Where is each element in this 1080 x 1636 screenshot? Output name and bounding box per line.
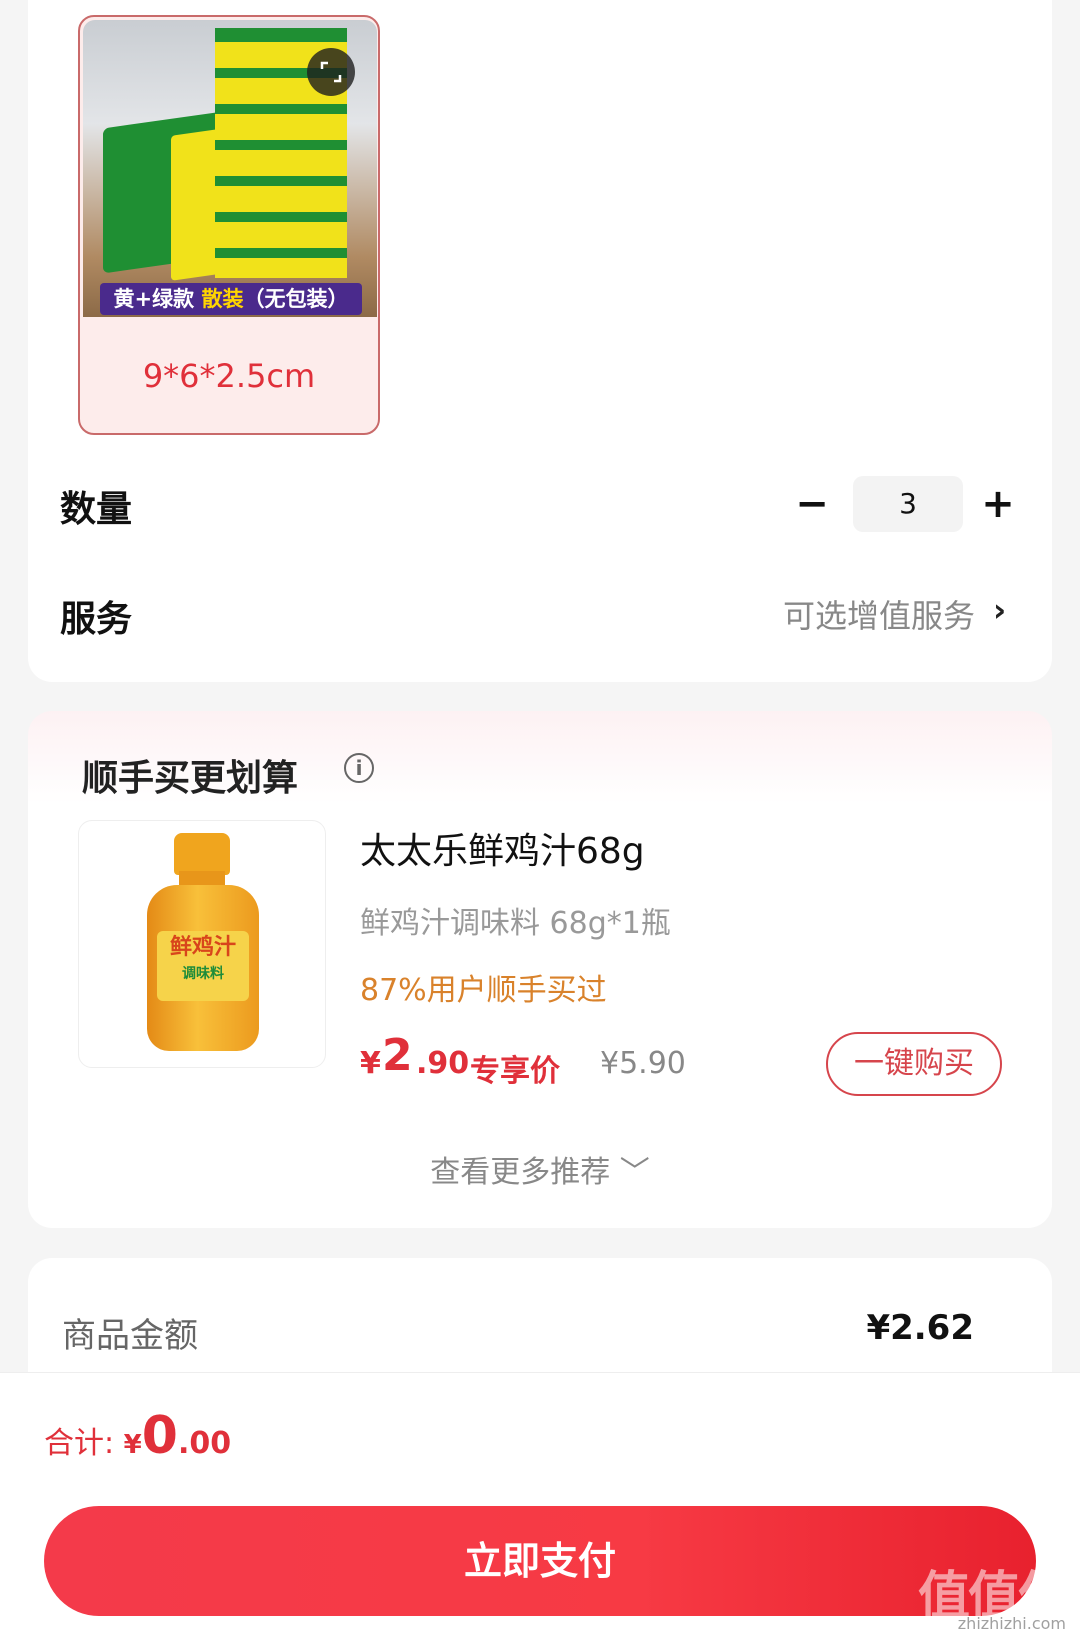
- total-integer: 0: [141, 1406, 178, 1466]
- sku-product-image: [83, 20, 377, 317]
- original-price: ¥5.90: [600, 1046, 686, 1081]
- one-click-buy-button[interactable]: 一键购买: [826, 1032, 1002, 1096]
- expand-icon[interactable]: [307, 48, 355, 96]
- chevron-right-icon[interactable]: ›: [993, 591, 1006, 629]
- total-decimal: .00: [177, 1426, 232, 1461]
- recommend-title: 顺手买更划算: [82, 758, 299, 799]
- price-integer: 2: [382, 1030, 413, 1081]
- goods-amount-value: ¥2.62: [866, 1308, 974, 1348]
- bottle-label: 鲜鸡汁 调味料: [157, 931, 249, 1001]
- sku-size-label: 9*6*2.5cm: [142, 357, 316, 395]
- pay-now-button[interactable]: 立即支付: [44, 1506, 1036, 1616]
- total-amount: 合计: ¥0.00: [44, 1406, 231, 1466]
- recommend-bought-rate: 87%用户顺手买过: [360, 973, 607, 1008]
- quantity-label: 数量: [60, 489, 133, 530]
- bottle-cap: [174, 833, 230, 875]
- exclusive-price-tag: 专享价: [470, 1054, 560, 1089]
- service-label: 服务: [60, 599, 133, 640]
- info-icon[interactable]: i: [344, 753, 374, 783]
- price-currency: ¥: [360, 1046, 381, 1081]
- recommend-product-image[interactable]: 鲜鸡汁 调味料: [78, 820, 326, 1068]
- sku-option-yellow-green[interactable]: 黄+绿款 散装（无包装） 9*6*2.5cm: [78, 15, 380, 435]
- quantity-plus-button[interactable]: +: [978, 484, 1018, 524]
- quantity-minus-button[interactable]: −: [792, 484, 832, 524]
- sku-caption: 黄+绿款 散装（无包装）: [100, 283, 362, 315]
- recommend-product-spec: 鲜鸡汁调味料 68g*1瓶: [360, 906, 671, 941]
- quantity-value[interactable]: 3: [853, 476, 963, 532]
- goods-amount-label: 商品金额: [62, 1316, 198, 1356]
- total-currency: ¥: [123, 1430, 142, 1460]
- watermark-url: zhizhizhi.com: [957, 1614, 1066, 1633]
- price-decimal: .90: [416, 1046, 470, 1081]
- total-label: 合计:: [44, 1426, 124, 1461]
- recommend-product-name[interactable]: 太太乐鲜鸡汁68g: [360, 822, 645, 874]
- more-recommendations-link[interactable]: 查看更多推荐 ﹀: [0, 1147, 1080, 1191]
- service-option-link[interactable]: 可选增值服务: [783, 591, 975, 637]
